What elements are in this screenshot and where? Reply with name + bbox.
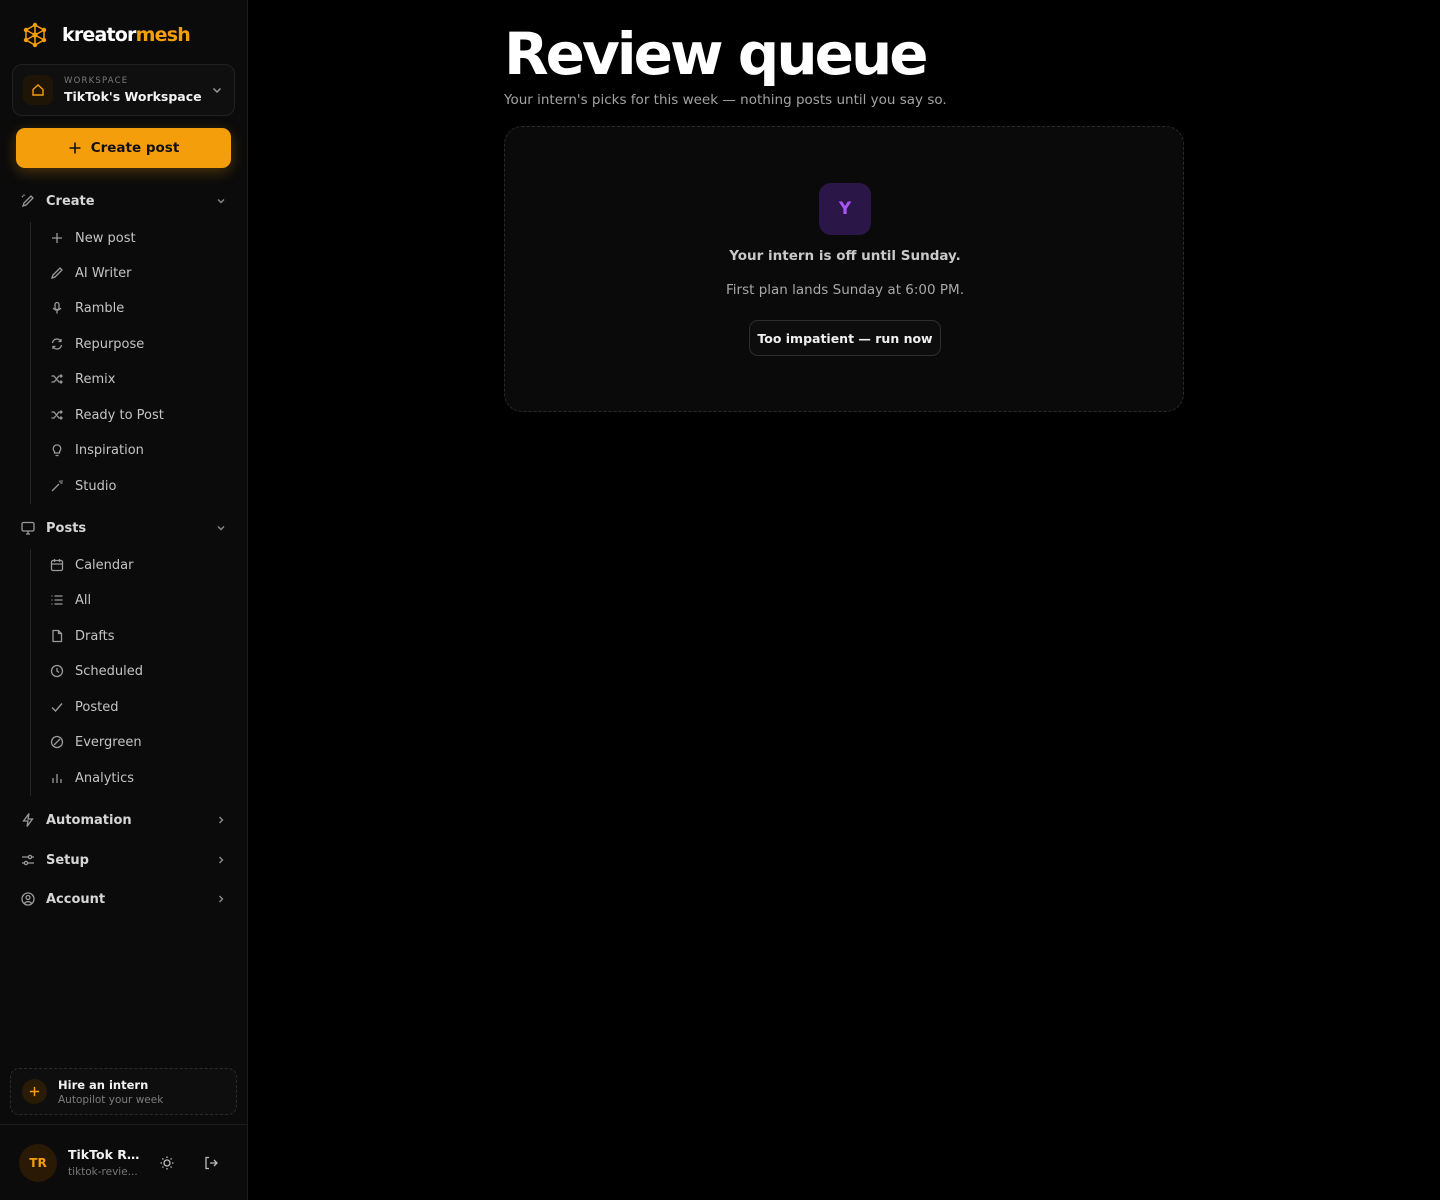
chevron-down-icon	[212, 87, 222, 94]
lightbulb-icon	[50, 443, 64, 457]
nav-item-label: Drafts	[75, 628, 115, 644]
nav-item-label: New post	[75, 230, 136, 246]
pencil-icon	[50, 266, 64, 280]
mesh-logo-icon	[23, 22, 47, 48]
hire-intern-title: Hire an intern	[58, 1077, 149, 1092]
empty-state-title: Your intern is off until Sunday.	[729, 248, 961, 264]
nav-item-label: All	[75, 592, 92, 608]
nav-item-new-post[interactable]: New post	[31, 224, 229, 252]
chevron-down-icon	[215, 195, 227, 207]
nav-section-setup[interactable]: Setup	[16, 847, 232, 873]
nav-item-label: Calendar	[75, 557, 134, 573]
avatar[interactable]: TR	[19, 1144, 57, 1182]
chevron-down-icon	[215, 522, 227, 534]
hire-intern-subtitle: Autopilot your week	[58, 1093, 164, 1106]
nav-item-ramble[interactable]: Ramble	[31, 294, 229, 322]
sliders-icon	[20, 852, 36, 868]
nav-item-label: Scheduled	[75, 663, 143, 679]
lightning-icon	[20, 812, 36, 828]
list-icon	[50, 593, 64, 607]
leaf-icon	[50, 735, 64, 749]
nav-item-label: Posted	[75, 699, 119, 715]
nav-item-all[interactable]: All	[31, 586, 229, 614]
nav-section-account[interactable]: Account	[16, 886, 232, 912]
nav-section-posts[interactable]: Posts	[16, 515, 232, 541]
nav-section-automation[interactable]: Automation	[16, 807, 232, 833]
nav-section-automation-label: Automation	[46, 812, 132, 828]
nav-item-calendar[interactable]: Calendar	[31, 551, 229, 579]
monitor-icon	[20, 520, 36, 536]
nav-item-scheduled[interactable]: Scheduled	[31, 657, 229, 685]
nav-item-repurpose[interactable]: Repurpose	[31, 330, 229, 358]
brand-name: kreatormesh	[62, 24, 191, 46]
nav-item-label: Repurpose	[75, 336, 145, 352]
nav-section-create[interactable]: Create	[16, 188, 232, 214]
nav-item-label: Studio	[75, 478, 117, 494]
nav-item-analytics[interactable]: Analytics	[31, 764, 229, 792]
hire-intern-card[interactable]: Hire an intern Autopilot your week	[10, 1068, 237, 1115]
plus-icon	[22, 1079, 47, 1104]
plus-icon	[69, 142, 81, 154]
nav-item-label: Ready to Post	[75, 407, 164, 423]
shuffle-icon	[50, 372, 64, 386]
nav-section-account-label: Account	[46, 891, 106, 907]
user-name: TikTok Re...	[68, 1147, 140, 1162]
nav-item-ai-writer[interactable]: AI Writer	[31, 259, 229, 287]
nav-item-drafts[interactable]: Drafts	[31, 622, 229, 650]
nav-item-label: Inspiration	[75, 442, 144, 458]
empty-state-subtitle: First plan lands Sunday at 6:00 PM.	[726, 282, 964, 298]
file-icon	[50, 629, 64, 643]
check-icon	[50, 700, 64, 714]
nav-item-label: Remix	[75, 371, 116, 387]
nav-item-label: Evergreen	[75, 734, 142, 750]
refresh-icon	[50, 337, 64, 351]
brand-name-part2: mesh	[135, 24, 191, 46]
nav-item-posted[interactable]: Posted	[31, 693, 229, 721]
calendar-icon	[50, 558, 64, 572]
nav-item-label: Ramble	[75, 300, 125, 316]
user-profile-row: TR TikTok Re... tiktok-revie...	[0, 1124, 247, 1200]
theme-toggle-sun-icon[interactable]	[157, 1153, 177, 1173]
user-handle: tiktok-revie...	[68, 1166, 138, 1178]
shuffle-icon	[50, 408, 64, 422]
create-post-button[interactable]: Create post	[16, 128, 231, 168]
workspace-name: TikTok's Workspace	[64, 89, 202, 104]
page-title: Review queue	[504, 20, 929, 88]
nav-item-inspiration[interactable]: Inspiration	[31, 436, 229, 464]
nav-item-remix[interactable]: Remix	[31, 365, 229, 393]
sidebar: kreatormesh WORKSPACE TikTok's Workspace…	[0, 0, 248, 1200]
create-post-label: Create post	[90, 140, 180, 156]
intern-avatar: Y	[819, 183, 871, 235]
pencil-sparkle-icon	[20, 193, 36, 209]
brand-logo[interactable]: kreatormesh	[22, 21, 191, 49]
plus-icon	[50, 231, 64, 245]
home-icon	[23, 75, 53, 105]
chevron-right-icon	[215, 893, 227, 905]
nav-item-evergreen[interactable]: Evergreen	[31, 728, 229, 756]
create-submenu: New post AI Writer Ramble Repurpose Remi…	[30, 222, 230, 504]
magic-wand-icon	[50, 479, 64, 493]
nav-section-posts-label: Posts	[46, 520, 87, 536]
bar-chart-icon	[50, 771, 64, 785]
page-subtitle: Your intern's picks for this week — noth…	[504, 92, 947, 108]
microphone-icon	[50, 301, 64, 315]
review-queue-empty-state: Y Your intern is off until Sunday. First…	[504, 126, 1184, 412]
chevron-right-icon	[215, 814, 227, 826]
nav-item-studio[interactable]: Studio	[31, 472, 229, 500]
brand-name-part1: kreator	[62, 24, 136, 46]
workspace-caption: WORKSPACE	[64, 76, 129, 86]
nav-section-create-label: Create	[46, 193, 95, 209]
nav-item-ready-to-post[interactable]: Ready to Post	[31, 401, 229, 429]
logout-icon[interactable]	[201, 1153, 221, 1173]
workspace-switcher[interactable]: WORKSPACE TikTok's Workspace	[12, 64, 235, 116]
clock-icon	[50, 664, 64, 678]
user-circle-icon	[20, 891, 36, 907]
posts-submenu: Calendar All Drafts Scheduled Posted Eve…	[30, 549, 230, 796]
nav-item-label: AI Writer	[75, 265, 132, 281]
nav-item-label: Analytics	[75, 770, 135, 786]
chevron-right-icon	[215, 854, 227, 866]
run-now-button[interactable]: Too impatient — run now	[749, 320, 941, 356]
nav-section-setup-label: Setup	[46, 852, 89, 868]
